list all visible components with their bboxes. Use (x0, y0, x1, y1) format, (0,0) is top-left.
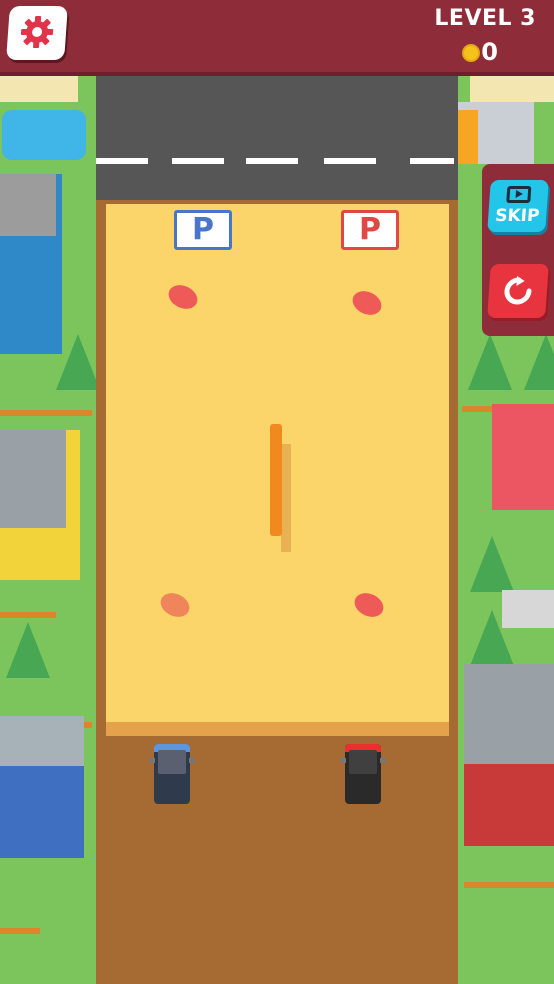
tree (470, 536, 514, 592)
level-label: LEVEL 3 (434, 6, 536, 31)
fence (464, 882, 554, 888)
fence (0, 410, 92, 416)
right-red-building-roof (464, 664, 554, 764)
road (96, 72, 458, 212)
left-blue-house-roof (0, 716, 84, 766)
statue (502, 590, 554, 628)
coin-count: 0 (481, 38, 498, 66)
lane-marking (96, 158, 148, 164)
tree (6, 622, 50, 678)
video-play-icon (506, 186, 532, 203)
tree (468, 334, 512, 390)
lane-marking (172, 158, 224, 164)
red-parking-spot-sign: P (341, 210, 399, 250)
blue-parking-spot-sign: P (174, 210, 232, 250)
parked-blue-car (2, 110, 86, 160)
left-blue-building-roof (0, 174, 56, 236)
lane-divider (270, 424, 282, 536)
tree (524, 334, 554, 390)
gear-icon (20, 16, 54, 48)
skip-button[interactable]: SKIP (487, 180, 549, 232)
left-blue-house (0, 760, 84, 858)
tree (56, 334, 100, 390)
restart-button[interactable] (487, 264, 549, 318)
lane-marking (324, 158, 376, 164)
parking-lot-edge (106, 722, 449, 736)
right-building-top (470, 72, 554, 102)
left-building-top (0, 72, 78, 102)
lane-marking (246, 158, 298, 164)
red-car[interactable] (340, 744, 386, 806)
restart-icon (504, 276, 532, 305)
lane-marking (410, 158, 454, 164)
left-yellow-house-roof (0, 430, 66, 528)
divider-shadow (281, 444, 291, 552)
blue-car[interactable] (149, 744, 195, 806)
right-red-roof-house (492, 404, 554, 510)
settings-button[interactable] (6, 6, 68, 60)
skip-label: SKIP (494, 206, 541, 226)
fence (0, 928, 40, 934)
fence (0, 612, 56, 618)
coin-icon (462, 44, 480, 62)
